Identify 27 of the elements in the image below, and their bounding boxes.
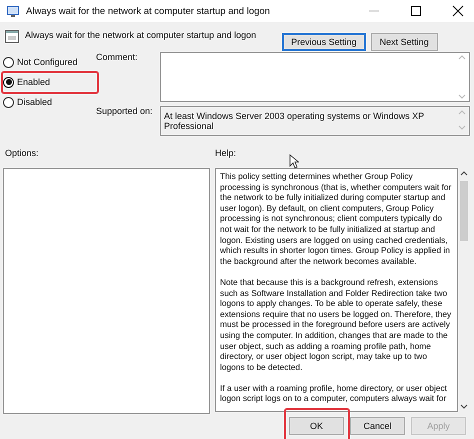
dialog-button[interactable]: Cancel <box>350 417 405 435</box>
scroll-arrows-icon <box>458 54 466 100</box>
policy-icon <box>5 30 19 43</box>
scroll-down-icon[interactable] <box>460 402 468 410</box>
policy-name: Always wait for the network at computer startup and logon <box>25 30 256 40</box>
radio-option[interactable]: Not Configured <box>3 54 88 70</box>
radio-option[interactable]: Disabled <box>3 94 88 110</box>
help-paragraph: Note that because this is a background refresh, extensions such as Software Installation and Folder Redirection take two logons to apply changes. To be able to operate safely, these extensions require that no users be logged on. Therefore, they must be processed in the foreground before users are actively using the computer. In addition, changes that are made to the user object, such as adding a roaming profile path, home directory, or user object logon script, may take up to two logons to be detected. <box>220 276 452 372</box>
app-icon <box>6 4 20 18</box>
scroll-up-icon[interactable] <box>460 170 468 178</box>
help-label: Help: <box>215 148 236 160</box>
radio-option[interactable]: Enabled <box>3 74 88 90</box>
help-paragraph: If a user with a roaming profile, home directory, or user object logon script logs on to a computer, computers always wait for <box>220 382 448 404</box>
options-label: Options: <box>5 148 40 160</box>
dialog-button[interactable]: OK <box>289 417 344 435</box>
supported-on-text: At least Windows Server 2003 operating systems or Windows XP Professional <box>163 110 425 133</box>
setting-button[interactable]: Previous Setting <box>282 33 366 51</box>
window-title: Always wait for the network at computer startup and logon <box>26 6 270 16</box>
comment-field[interactable] <box>160 52 470 102</box>
scroll-thumb[interactable] <box>460 181 468 241</box>
supported-on-label: Supported on: <box>96 106 154 118</box>
close-icon[interactable] <box>452 5 464 17</box>
setting-button[interactable]: Next Setting <box>370 33 438 51</box>
maximize-icon[interactable] <box>410 5 422 17</box>
scroll-arrows-icon <box>458 109 466 131</box>
comment-label: Comment: <box>96 52 139 64</box>
help-paragraph: This policy setting determines whether Group Policy processing is synchronous (that is, whether computers wait for the network to be fully initialized during computer startup and user logon). By default, on client computers, Group Policy processing is not synchronous; client computers typically do not wait for the network to be fully initialized at startup and logon. Existing users are logged on using cached credentials, which results in shorter logon times. Group Policy is applied in the background after the network becomes available. <box>220 171 452 266</box>
